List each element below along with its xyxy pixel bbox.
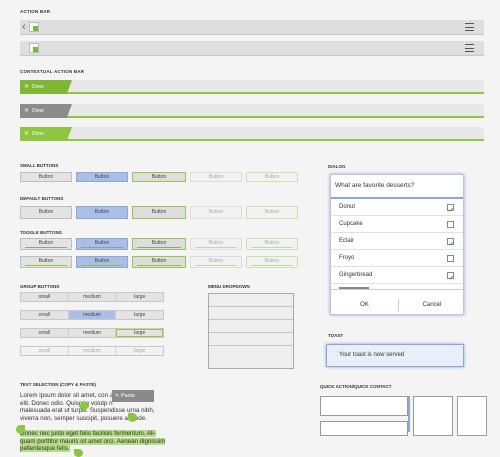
- small-button-pressed[interactable]: Button: [76, 172, 128, 182]
- quick-action-bar-2[interactable]: [320, 421, 408, 436]
- section-label-dialog: DIALOG: [328, 164, 346, 169]
- toggle-button-on[interactable]: Button: [20, 256, 72, 268]
- group-button-large[interactable]: large: [116, 329, 164, 337]
- dialog-item-donut[interactable]: Donut: [331, 199, 463, 219]
- group-button-small[interactable]: small: [21, 329, 69, 337]
- paste-popup[interactable]: ✎ Paste: [112, 390, 154, 402]
- default-button-disabled-focused[interactable]: Button: [246, 206, 298, 219]
- contextual-action-bar-1: ✕ Done: [20, 80, 484, 94]
- section-label-quick-action: QUICK ACTION/QUICK CONTACT: [320, 384, 392, 389]
- small-button-disabled-focused[interactable]: Button: [246, 172, 298, 182]
- contextual-action-bar-2: ✕ Done: [20, 104, 484, 118]
- toggle-button-on-disabled[interactable]: Button: [190, 256, 242, 268]
- section-label-small-buttons: SMALL BUTTONS: [20, 163, 59, 168]
- selection-handle-left-icon[interactable]: [16, 425, 25, 434]
- done-button[interactable]: ✕ Done: [20, 127, 72, 141]
- default-button-pressed[interactable]: Button: [76, 206, 128, 219]
- dialog: What are favorite desserts? Donut Cupcak…: [330, 174, 464, 315]
- section-label-group-buttons: GROUP BUTTONS: [20, 284, 60, 289]
- section-label-action-bar: ACTION BAR: [20, 9, 51, 14]
- selection-handle-right-icon[interactable]: [128, 413, 137, 422]
- app-icon[interactable]: [29, 22, 39, 32]
- button-group-pressed: small medium large: [20, 310, 164, 320]
- toast: Your toast is now served: [326, 344, 464, 367]
- checkbox-checked-icon[interactable]: [447, 202, 454, 219]
- dialog-item-froyo[interactable]: Froyo: [331, 250, 463, 267]
- button-group-disabled: small medium large: [20, 346, 164, 356]
- cancel-button[interactable]: Cancel: [399, 296, 465, 314]
- text-paragraph-2-selected[interactable]: Donec nec justo eget felis facilisis fer…: [20, 430, 206, 453]
- dialog-item-partial: [331, 284, 463, 290]
- group-button-large[interactable]: large: [116, 311, 164, 319]
- done-button[interactable]: ✕ Done: [20, 104, 72, 118]
- checkbox-unchecked-icon[interactable]: [447, 221, 454, 228]
- quick-action-bar-1[interactable]: [320, 396, 408, 416]
- text-paragraph-1[interactable]: Lorem ipsum dolor sit amet, con adipisci…: [20, 392, 200, 422]
- dialog-title: What are favorite desserts?: [335, 182, 415, 189]
- menu-dropdown-item[interactable]: [209, 307, 293, 320]
- small-button-normal[interactable]: Button: [20, 172, 72, 182]
- section-label-default-buttons: DEFAULT BUTTONS: [20, 196, 64, 201]
- menu-dropdown-item[interactable]: [209, 294, 293, 307]
- default-button-disabled[interactable]: Button: [190, 206, 242, 219]
- ok-button[interactable]: OK: [331, 296, 398, 314]
- action-bar-1: ‹: [20, 20, 484, 35]
- close-icon: ✕: [24, 108, 30, 114]
- checkbox-checked-icon[interactable]: [447, 270, 454, 287]
- default-button-normal[interactable]: Button: [20, 206, 72, 219]
- quick-action-arrow: [408, 396, 410, 432]
- dialog-item-eclair[interactable]: Eclair: [331, 233, 463, 253]
- section-label-toast: TOAST: [328, 333, 344, 338]
- group-button-large[interactable]: large: [116, 347, 164, 355]
- toggle-button-on-focused[interactable]: Button: [132, 256, 186, 268]
- menu-dropdown-item[interactable]: [209, 346, 293, 359]
- done-button[interactable]: ✕ Done: [20, 80, 72, 94]
- small-button-disabled[interactable]: Button: [190, 172, 242, 182]
- toggle-button-on-disabled-focused[interactable]: Button: [246, 256, 298, 268]
- menu-dropdown-item[interactable]: [209, 320, 293, 333]
- group-button-large[interactable]: large: [116, 293, 164, 301]
- selection-handle-end-icon[interactable]: [74, 449, 83, 457]
- overflow-menu-icon[interactable]: [465, 44, 474, 52]
- menu-dropdown-item[interactable]: [209, 333, 293, 346]
- group-button-medium[interactable]: medium: [68, 347, 117, 355]
- group-button-medium[interactable]: medium: [68, 329, 117, 337]
- dialog-item-gingerbread[interactable]: Gingerbread: [331, 267, 463, 287]
- group-button-medium[interactable]: medium: [68, 293, 117, 301]
- toggle-button-off-disabled[interactable]: Button: [190, 238, 242, 250]
- group-button-small[interactable]: small: [21, 311, 69, 319]
- section-label-text-selection: TEXT SELECTION (COPY & PASTE): [20, 382, 96, 387]
- checkbox-checked-icon[interactable]: [447, 236, 454, 253]
- quick-contact-box-2[interactable]: [457, 396, 487, 436]
- contextual-action-bar-3: ✕ Done: [20, 127, 484, 141]
- group-button-small[interactable]: small: [21, 347, 69, 355]
- close-icon: ✕: [24, 131, 30, 137]
- section-label-cab: CONTEXTUAL ACTION BAR: [20, 69, 85, 74]
- menu-dropdown: [208, 293, 294, 369]
- back-chevron-icon[interactable]: ‹: [22, 20, 26, 34]
- small-button-focused[interactable]: Button: [132, 172, 186, 182]
- app-icon[interactable]: [29, 43, 39, 53]
- group-button-medium[interactable]: medium: [68, 311, 117, 319]
- clipboard-icon: ✎: [115, 393, 120, 399]
- action-bar-2: [20, 41, 484, 56]
- button-group-focused: small medium large: [20, 328, 164, 338]
- overflow-menu-icon[interactable]: [465, 23, 474, 31]
- section-label-toggle-buttons: TOGGLE BUTTONS: [20, 230, 62, 235]
- checkbox-unchecked-icon[interactable]: [447, 255, 454, 262]
- section-label-menu-dropdown: MENU DROPDOWN: [208, 284, 250, 289]
- dialog-item-cupcake[interactable]: Cupcake: [331, 216, 463, 233]
- toggle-button-off-focused[interactable]: Button: [132, 238, 186, 250]
- toggle-button-off-pressed[interactable]: Button: [76, 238, 128, 250]
- group-button-small[interactable]: small: [21, 293, 69, 301]
- toggle-button-on-pressed[interactable]: Button: [76, 256, 128, 268]
- close-icon: ✕: [24, 84, 30, 90]
- default-button-focused[interactable]: Button: [132, 206, 186, 219]
- toggle-button-off-disabled-focused[interactable]: Button: [246, 238, 298, 250]
- toggle-button-off[interactable]: Button: [20, 238, 72, 250]
- quick-contact-box-1[interactable]: [413, 396, 453, 436]
- button-group-normal: small medium large: [20, 292, 164, 302]
